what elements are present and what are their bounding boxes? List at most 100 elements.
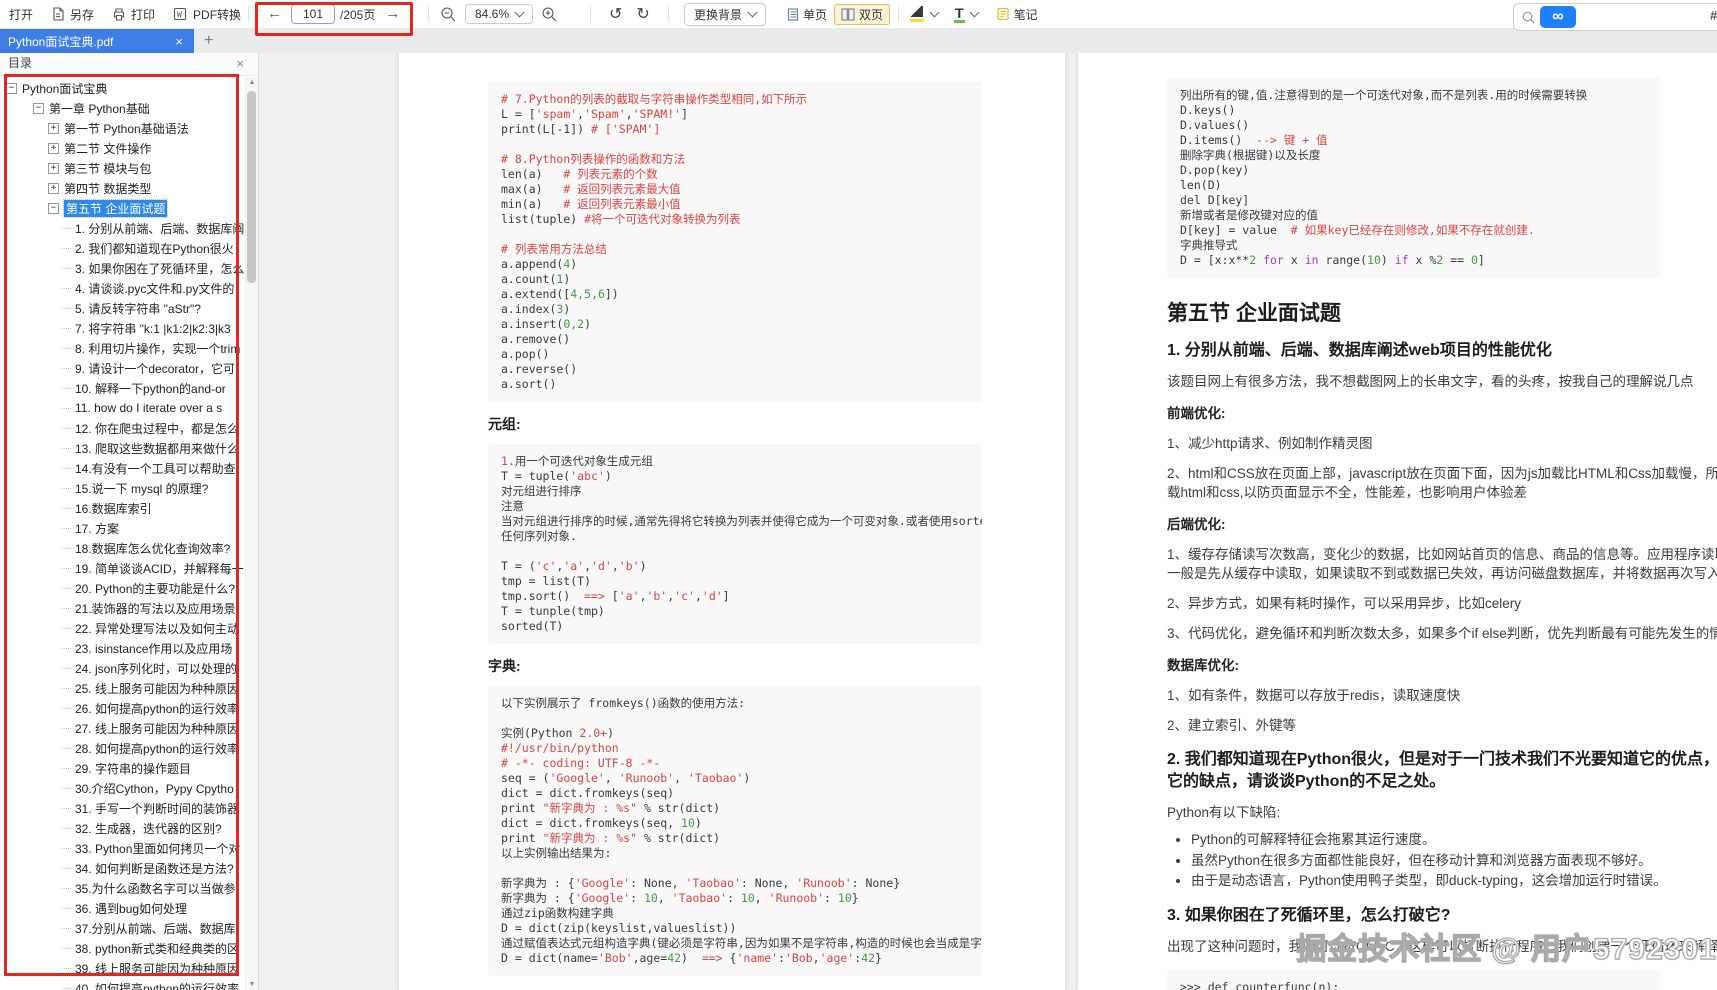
toc-item-label[interactable]: 19. 简单谈谈ACID，并解释每一 [75, 560, 244, 577]
search-widget[interactable]: ∞ # [1513, 3, 1717, 31]
next-page-button[interactable]: → [381, 1, 404, 27]
scrollbar-thumb[interactable] [247, 91, 256, 283]
toc-item-label[interactable]: 11. how do I iterate over a s [75, 401, 222, 415]
toc-item-label[interactable]: 1. 分别从前端、后端、数据库阐 [75, 220, 244, 237]
tab-close-icon[interactable]: × [172, 34, 186, 49]
toc-item-label[interactable]: 5. 请反转字符串 "aStr"? [75, 300, 201, 317]
toc-item[interactable]: 40. 如何提高python的运行效率 [0, 978, 246, 990]
toc-item[interactable]: 16.数据库索引 [0, 498, 246, 518]
redo-button[interactable]: ↻ [629, 4, 656, 24]
toc-item-label[interactable]: 33. Python里面如何拷贝一个对 [75, 840, 240, 857]
toc-item-label[interactable]: 12. 你在爬虫过程中，都是怎么 [75, 420, 239, 437]
toc-item-label[interactable]: 9. 请设计一个decorator，它可 [75, 360, 235, 377]
toc-item[interactable]: + 第三节 模块与包 [0, 158, 246, 178]
toc-item-label[interactable]: 28. 如何提高python的运行效率 [75, 740, 239, 757]
scroll-up-icon[interactable]: ▲ [246, 79, 258, 86]
toc-item-label[interactable]: 3. 如果你困在了死循环里，怎么 [75, 260, 244, 277]
toc-item[interactable]: +第四节 数据类型 [0, 178, 246, 198]
toc-item-label[interactable]: 14.有没有一个工具可以帮助查 [75, 460, 236, 477]
toc-item[interactable]: 26. 如何提高python的运行效率 [0, 698, 246, 718]
toc-item[interactable]: 28. 如何提高python的运行效率 [0, 738, 246, 758]
text-tool-button[interactable]: T [954, 6, 978, 23]
toc-item-label[interactable]: 17. 方案 [75, 520, 119, 537]
toc-item[interactable]: 24. json序列化时，可以处理的 [0, 658, 246, 678]
toc-item-label[interactable]: 第一章 Python基础 [49, 100, 150, 117]
toc-item-label[interactable]: 16.数据库索引 [75, 500, 152, 517]
pdf-convert-button[interactable]: W PDF转换 [164, 0, 250, 28]
toc-item-label[interactable]: 第三节 模块与包 [64, 160, 151, 177]
expand-toggle-icon[interactable]: + [48, 163, 59, 174]
toc-item-label[interactable]: 30.介绍Cython，Pypy Cpytho [75, 780, 234, 797]
scroll-down-icon[interactable]: ▼ [246, 981, 258, 988]
toc-item[interactable]: 25. 线上服务可能因为种种原因 [0, 678, 246, 698]
toc-item-label[interactable]: Python面试宝典 [22, 80, 107, 97]
toc-item-label[interactable]: 2. 我们都知道现在Python很火 [75, 240, 234, 257]
toc-item-label[interactable]: 38. python新式类和经典类的区 [75, 940, 239, 957]
toc-item-label[interactable]: 23. isinstance作用以及应用场 [75, 640, 232, 657]
change-background-dropdown[interactable]: 更换背景 [684, 3, 766, 26]
toc-item-label[interactable]: 第二节 文件操作 [64, 140, 151, 157]
toc-item-label[interactable]: 26. 如何提高python的运行效率 [75, 700, 239, 717]
sidebar-close-icon[interactable]: × [236, 52, 244, 75]
toc-item[interactable]: 3. 如果你困在了死循环里，怎么 [0, 258, 246, 278]
toc-item[interactable]: 17. 方案 [0, 518, 246, 538]
toc-item-label[interactable]: 35.为什么函数名字可以当做参 [75, 880, 236, 897]
toc-item[interactable]: 1. 分别从前端、后端、数据库阐 [0, 218, 246, 238]
toc-item-label[interactable]: 10. 解释一下python的and-or [75, 380, 226, 397]
prev-page-button[interactable]: ← [263, 1, 286, 27]
toc-item[interactable]: 38. python新式类和经典类的区 [0, 938, 246, 958]
toc-item[interactable]: 22. 异常处理写法以及如何主动 [0, 618, 246, 638]
toc-item[interactable]: −第一章 Python基础 [0, 98, 246, 118]
toc-item-label[interactable]: 27. 线上服务可能因为种种原因 [75, 720, 239, 737]
toc-item-label[interactable]: 18.数据库怎么优化查询效率? [75, 540, 230, 557]
toc-item[interactable]: 11. how do I iterate over a s [0, 398, 246, 418]
toc-item-label[interactable]: 31. 手写一个判断时间的装饰器 [75, 800, 239, 817]
single-page-button[interactable]: 单页 [780, 4, 834, 25]
page-number-input[interactable] [291, 4, 335, 24]
toc-item[interactable]: 35.为什么函数名字可以当做参 [0, 878, 246, 898]
toc-item-label[interactable]: 15.说一下 mysql 的原理? [75, 480, 208, 497]
toc-item-label[interactable]: 32. 生成器，迭代器的区别? [75, 820, 222, 837]
toc-item[interactable]: 12. 你在爬虫过程中，都是怎么 [0, 418, 246, 438]
toc-item-label[interactable]: 第一节 Python基础语法 [64, 120, 189, 137]
toc-item[interactable]: 32. 生成器，迭代器的区别? [0, 818, 246, 838]
save-as-button[interactable]: 另存 [42, 0, 103, 28]
toc-item-label[interactable]: 29. 字符串的操作题目 [75, 760, 191, 777]
toc-item[interactable]: 37.分别从前端、后端、数据库 [0, 918, 246, 938]
new-tab-button[interactable]: + [194, 29, 223, 53]
toc-item-label[interactable]: 21.装饰器的写法以及应用场景 [75, 600, 236, 617]
toc-item[interactable]: 18.数据库怎么优化查询效率? [0, 538, 246, 558]
toc-item[interactable]: 34. 如何判断是函数还是方法? [0, 858, 246, 878]
toc-item-label[interactable]: 第四节 数据类型 [64, 180, 151, 197]
toc-item[interactable]: −Python面试宝典 [0, 78, 246, 98]
toc-item-label[interactable]: 4. 请谈谈.pyc文件和.py文件的 [75, 280, 234, 297]
toc-item[interactable]: 13. 爬取这些数据都用来做什么 [0, 438, 246, 458]
toc-item[interactable]: 39. 线上服务可能因为种种原因 [0, 958, 246, 978]
zoom-in-icon[interactable] [541, 6, 558, 23]
toc-item[interactable]: 15.说一下 mysql 的原理? [0, 478, 246, 498]
toc-item[interactable]: 23. isinstance作用以及应用场 [0, 638, 246, 658]
toc-item[interactable]: 14.有没有一个工具可以帮助查 [0, 458, 246, 478]
toc-item-label[interactable]: 8. 利用切片操作，实现一个trim [75, 340, 240, 357]
toc-item[interactable]: 8. 利用切片操作，实现一个trim [0, 338, 246, 358]
print-button[interactable]: 打印 [103, 0, 164, 28]
toc-item-label[interactable]: 22. 异常处理写法以及如何主动 [75, 620, 239, 637]
toc-item[interactable]: 33. Python里面如何拷贝一个对 [0, 838, 246, 858]
double-page-button[interactable]: 双页 [834, 4, 890, 25]
toc-item-label[interactable]: 37.分别从前端、后端、数据库 [75, 920, 236, 937]
toc-item[interactable]: 27. 线上服务可能因为种种原因 [0, 718, 246, 738]
collapse-toggle-icon[interactable]: − [6, 83, 17, 94]
sidebar-scrollbar[interactable]: ▲ ▼ [245, 77, 258, 990]
toc-item[interactable]: 5. 请反转字符串 "aStr"? [0, 298, 246, 318]
collapse-toggle-icon[interactable]: − [33, 103, 44, 114]
toc-item[interactable]: 4. 请谈谈.pyc文件和.py文件的 [0, 278, 246, 298]
toc-item-label[interactable]: 24. json序列化时，可以处理的 [75, 660, 237, 677]
toc-item[interactable]: 36. 遇到bug如何处理 [0, 898, 246, 918]
undo-button[interactable]: ↺ [602, 4, 629, 24]
toc-item[interactable]: + 第一节 Python基础语法 [0, 118, 246, 138]
toc-item-label[interactable]: 25. 线上服务可能因为种种原因 [75, 680, 239, 697]
toc-item-label[interactable]: 20. Python的主要功能是什么? [75, 580, 235, 597]
toc-item[interactable]: 29. 字符串的操作题目 [0, 758, 246, 778]
expand-toggle-icon[interactable]: + [48, 123, 59, 134]
toc-item-label[interactable]: 36. 遇到bug如何处理 [75, 900, 187, 917]
